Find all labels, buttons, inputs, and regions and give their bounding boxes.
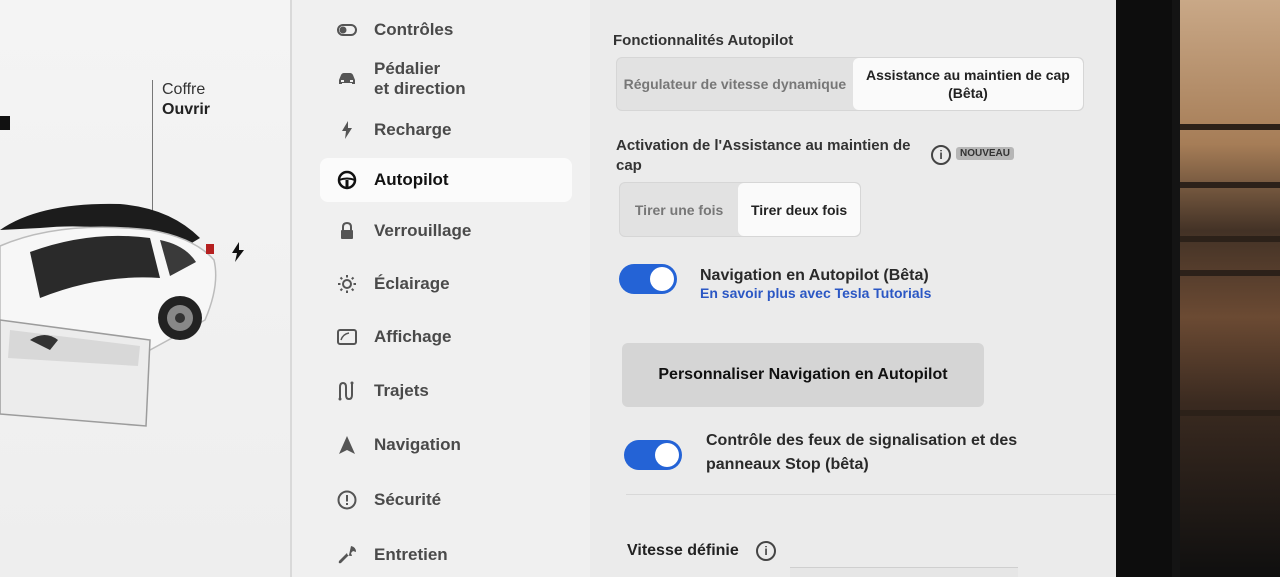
vehicle-panel: Coffre Ouvrir — [0, 0, 292, 577]
option-pull-once[interactable]: Tirer une fois — [620, 183, 738, 236]
charge-port-icon[interactable] — [230, 242, 246, 262]
info-icon[interactable]: i — [931, 145, 951, 165]
menu-item-autopilot[interactable]: Autopilot — [320, 158, 572, 202]
menu-item-charging[interactable]: Recharge — [320, 108, 572, 152]
menu-item-label: Autopilot — [374, 170, 449, 189]
menu-item-label: Verrouillage — [374, 221, 472, 240]
nav-on-autopilot-toggle[interactable] — [619, 264, 677, 294]
toggle-icon — [336, 19, 358, 41]
warning-icon — [336, 489, 358, 511]
dash-slat — [1180, 410, 1280, 416]
dash-slat — [1180, 124, 1280, 130]
menu-item-navigation[interactable]: Navigation — [320, 423, 572, 467]
navigation-icon — [336, 434, 358, 456]
option-autosteer[interactable]: Assistance au maintien de cap (Bêta) — [852, 58, 1083, 110]
menu-item-safety[interactable]: Sécurité — [320, 478, 572, 522]
traffic-control-label-line2: panneaux Stop (bêta) — [706, 456, 869, 473]
tesla-tutorials-link[interactable]: En savoir plus avec Tesla Tutorials — [700, 285, 931, 301]
lightning-icon — [336, 119, 358, 141]
wrench-icon — [336, 544, 358, 566]
menu-item-label: Sécurité — [374, 490, 442, 509]
lock-icon — [336, 220, 358, 242]
new-badge: NOUVEAU — [956, 147, 1015, 160]
tesla-settings-screen: Coffre Ouvrir Contrôles Pédalier et dire… — [0, 0, 1280, 577]
trunk-label: Coffre — [162, 81, 206, 98]
menu-item-trips[interactable]: Trajets — [320, 369, 572, 413]
display-icon — [336, 326, 358, 348]
menu-item-label: Éclairage — [374, 274, 450, 293]
traffic-control-toggle[interactable] — [624, 440, 682, 470]
light-icon — [336, 273, 358, 295]
dash-slat — [1180, 182, 1280, 188]
activation-selector: Tirer une fois Tirer deux fois — [619, 182, 861, 237]
steering-wheel-icon — [336, 169, 358, 191]
menu-item-lights[interactable]: Éclairage — [320, 262, 572, 306]
menu-item-label: Contrôles — [374, 20, 454, 39]
info-icon[interactable]: i — [756, 541, 776, 561]
trunk-open-button[interactable]: Ouvrir — [162, 100, 210, 120]
toggle-knob — [650, 267, 674, 291]
section-title: Fonctionnalités Autopilot — [613, 32, 794, 49]
menu-item-label: Trajets — [374, 381, 429, 400]
settings-menu: Contrôles Pédalier et direction Recharge… — [292, 0, 590, 577]
car-icon — [336, 68, 358, 90]
autopilot-features-selector: Régulateur de vitesse dynamique Assistan… — [616, 57, 1084, 111]
dashboard-background — [1180, 0, 1280, 577]
autopilot-settings-panel: Fonctionnalités Autopilot Régulateur de … — [590, 0, 1172, 577]
activation-label: Activation de l'Assistance au maintien d… — [616, 137, 911, 174]
menu-item-label: Pédalier et direction — [374, 59, 466, 98]
set-speed-selector[interactable] — [790, 567, 1018, 577]
menu-item-label: Affichage — [374, 327, 452, 346]
section-divider — [626, 494, 1120, 495]
menu-item-service[interactable]: Entretien — [320, 533, 572, 577]
toggle-knob — [655, 443, 679, 467]
edge-marker — [0, 116, 10, 130]
dash-slat — [1180, 270, 1280, 276]
car-image[interactable] — [0, 190, 240, 440]
traffic-control-label-line1: Contrôle des feux de signalisation et de… — [706, 432, 1018, 449]
menu-item-controls[interactable]: Contrôles — [320, 8, 572, 52]
option-pull-twice[interactable]: Tirer deux fois — [738, 183, 860, 236]
option-tacc[interactable]: Régulateur de vitesse dynamique — [617, 58, 853, 110]
menu-item-display[interactable]: Affichage — [320, 315, 572, 359]
menu-item-label: Recharge — [374, 120, 452, 139]
menu-item-locks[interactable]: Verrouillage — [320, 209, 572, 253]
menu-item-pedals-steering[interactable]: Pédalier et direction — [320, 56, 572, 102]
trips-icon — [336, 380, 358, 402]
menu-item-label: Entretien — [374, 545, 448, 564]
menu-item-label: Navigation — [374, 435, 461, 454]
customize-nav-on-autopilot-button[interactable]: Personnaliser Navigation en Autopilot — [622, 343, 984, 407]
dash-slat — [1180, 236, 1280, 242]
screen-bezel — [1116, 0, 1172, 577]
set-speed-label: Vitesse définie — [627, 542, 739, 559]
